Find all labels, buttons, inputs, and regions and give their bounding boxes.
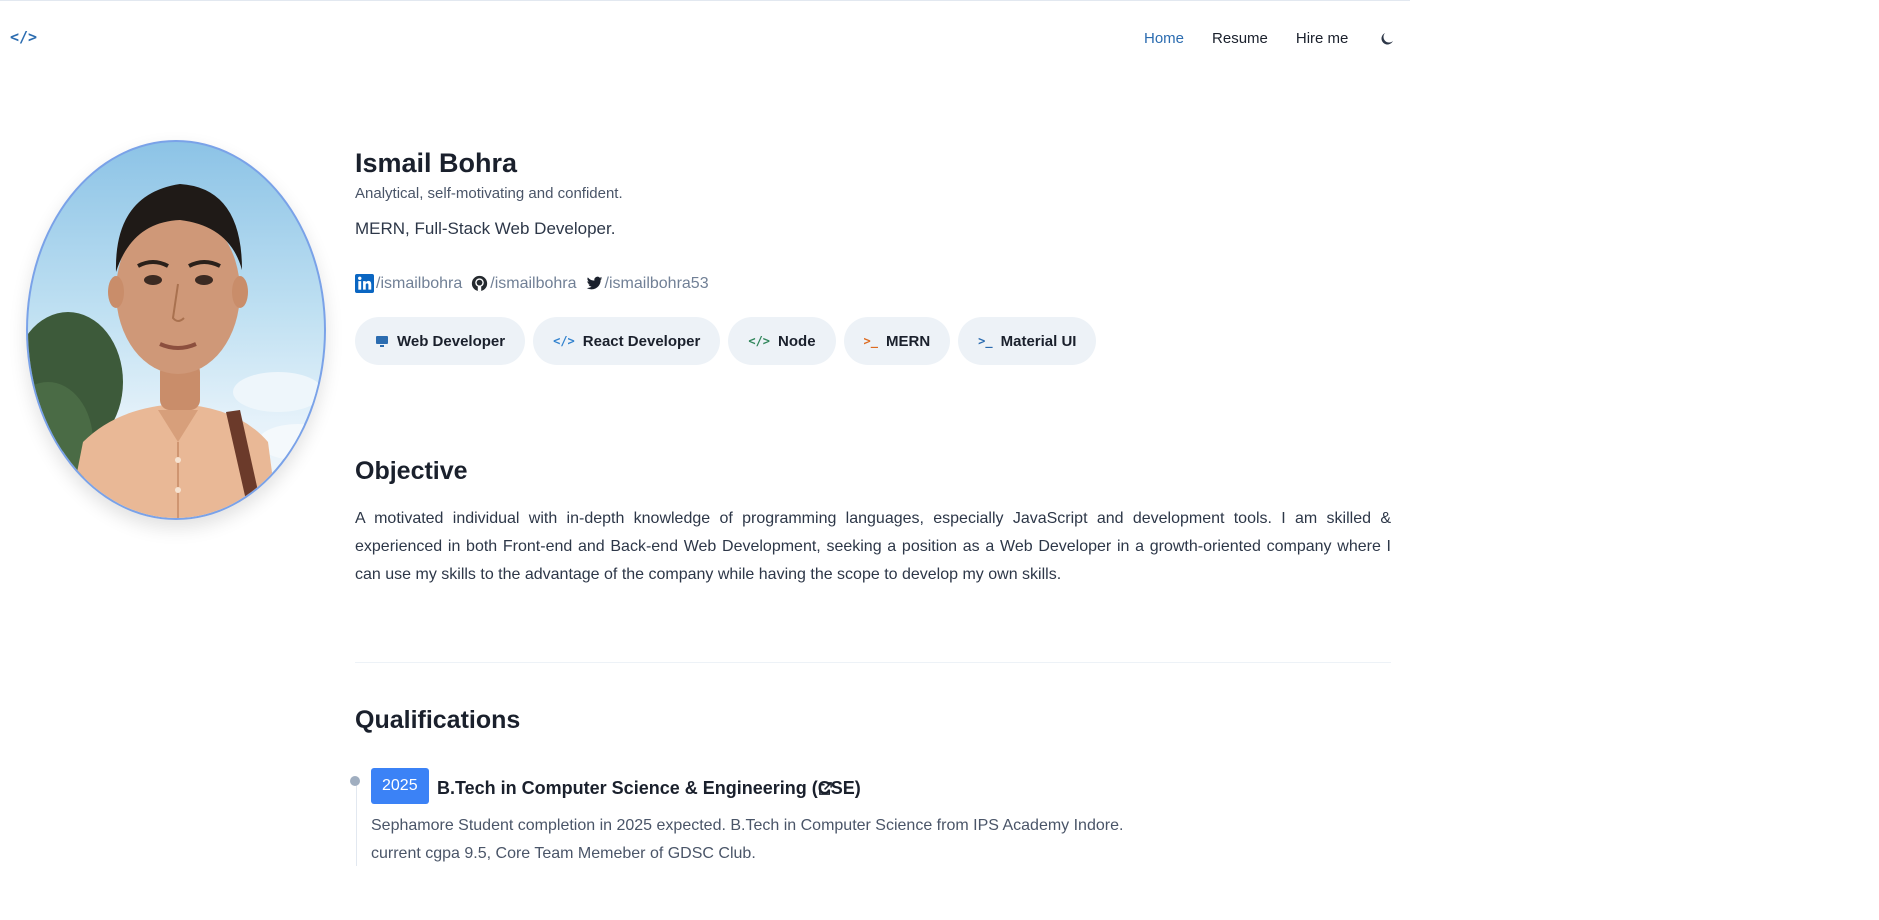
github-icon — [472, 275, 488, 292]
chip-material-ui[interactable]: >_ Material UI — [958, 317, 1097, 365]
person-illustration — [28, 184, 324, 518]
linkedin-link[interactable]: /ismailbohra — [355, 274, 462, 293]
timeline-line — [356, 778, 357, 866]
chip-web-developer[interactable]: Web Developer — [355, 317, 526, 365]
terminal-icon: >_ — [863, 334, 878, 348]
github-link[interactable]: /ismailbohra — [471, 274, 577, 293]
chip-label: Material UI — [1000, 332, 1077, 350]
profile-tagline: Analytical, self-motivating and confiden… — [355, 185, 623, 202]
timeline-dot — [350, 776, 360, 786]
social-links: /ismailbohra /ismailbohra /ismailbohra53 — [355, 274, 718, 293]
section-divider — [355, 662, 1391, 663]
profile-photo — [26, 140, 326, 520]
github-label: /ismailbohra — [490, 274, 577, 292]
qualifications-heading: Qualifications — [355, 706, 521, 734]
main-nav: Home Resume Hire me — [1144, 30, 1376, 47]
avatar — [26, 140, 326, 520]
objective-heading: Objective — [355, 457, 468, 485]
logo-code-icon[interactable]: </> — [10, 28, 37, 46]
nav-home[interactable]: Home — [1144, 30, 1184, 47]
skill-chips: Web Developer </> React Developer </> No… — [355, 317, 1104, 365]
monitor-icon — [376, 335, 388, 347]
code-icon: </> — [748, 334, 771, 348]
profile-role: MERN, Full-Stack Web Developer. — [355, 219, 616, 238]
nav-hire-me[interactable]: Hire me — [1296, 30, 1349, 47]
linkedin-label: /ismailbohra — [376, 274, 463, 292]
qualification-title: B.Tech in Computer Science & Engineering… — [437, 778, 861, 798]
objective-text: A motivated individual with in-depth kno… — [355, 510, 1391, 583]
chip-label: Node — [778, 332, 816, 350]
year-badge: 2025 — [371, 768, 429, 804]
code-icon: </> — [553, 334, 575, 348]
twitter-link[interactable]: /ismailbohra53 — [586, 275, 709, 293]
profile-name: Ismail Bohra — [355, 148, 518, 178]
nav-resume[interactable]: Resume — [1212, 30, 1268, 47]
external-link-icon[interactable] — [818, 781, 833, 796]
chip-label: Web Developer — [397, 332, 506, 350]
moon-icon[interactable] — [1378, 30, 1396, 48]
twitter-icon — [586, 276, 602, 290]
chip-mern[interactable]: >_ MERN — [843, 317, 951, 365]
qualification-description: Sephamore Student completion in 2025 exp… — [371, 817, 1124, 862]
chip-react-developer[interactable]: </> React Developer — [533, 317, 721, 365]
terminal-icon: >_ — [978, 334, 993, 348]
linkedin-icon — [355, 274, 374, 293]
twitter-label: /ismailbohra53 — [604, 274, 709, 292]
chip-label: React Developer — [582, 332, 701, 350]
chip-label: MERN — [885, 332, 931, 350]
top-border — [0, 0, 1410, 1]
chip-node[interactable]: </> Node — [728, 317, 836, 365]
